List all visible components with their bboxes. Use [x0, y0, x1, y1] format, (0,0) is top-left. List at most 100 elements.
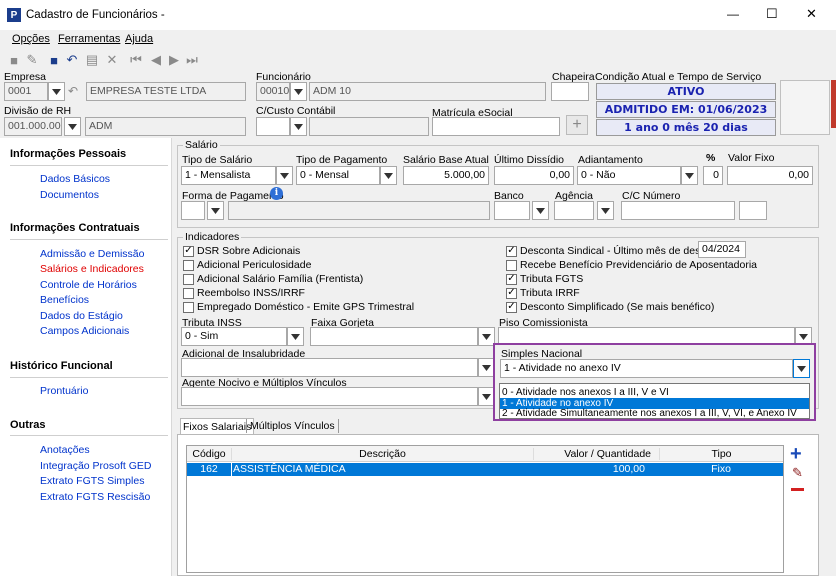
chk-aposentadoria[interactable]: Recebe Benefício Previdenciário de Apose…: [506, 259, 757, 271]
delete-icon[interactable]: ✕: [104, 52, 120, 68]
chk-sindical[interactable]: ✓ Desconta Sindical - Último mês de desco…: [506, 245, 726, 257]
custo-dropdown[interactable]: [290, 117, 307, 136]
adiantamento-select[interactable]: 0 - Não: [577, 166, 681, 185]
maximize-button[interactable]: ☐: [766, 6, 778, 22]
banco-dropdown[interactable]: [532, 201, 549, 220]
chk-tributa-irrf[interactable]: ✓ Tributa IRRF: [506, 287, 580, 299]
chapeira-input[interactable]: [551, 82, 589, 101]
last-icon[interactable]: ⏭: [184, 52, 200, 68]
prev-icon[interactable]: ◀: [148, 52, 164, 68]
simples-nacional-select[interactable]: 1 - Atividade no anexo IV: [500, 359, 793, 378]
valor-fixo-input[interactable]: 0,00: [727, 166, 813, 185]
adiantamento-dropdown[interactable]: [681, 166, 698, 185]
sidebar-item-fgts-rescisao[interactable]: Extrato FGTS Rescisão: [40, 491, 150, 503]
chk-tributa-fgts[interactable]: ✓ Tributa FGTS: [506, 273, 583, 285]
edit-icon[interactable]: ✎: [24, 52, 40, 68]
simples-option-0[interactable]: 0 - Atividade nos anexos I a III, V e VI: [502, 387, 669, 398]
agencia-input[interactable]: [554, 201, 594, 220]
cc-digit-input[interactable]: [739, 201, 767, 220]
sidebar-item-ged[interactable]: Integração Prosoft GED: [40, 460, 151, 472]
menu-ferramentas[interactable]: Ferramentas: [58, 33, 120, 45]
chk-desconto-simplificado[interactable]: ✓ Desconto Simplificado (Se mais benéfico…: [506, 301, 714, 313]
checkbox[interactable]: [183, 287, 194, 299]
sidebar-item-estagio[interactable]: Dados do Estágio: [40, 310, 123, 322]
sidebar-item-fgts-simples[interactable]: Extrato FGTS Simples: [40, 475, 144, 487]
forma-pagamento-select[interactable]: [181, 201, 205, 220]
edit-pencil-icon[interactable]: ✎: [792, 465, 803, 481]
first-icon[interactable]: ⏮: [128, 52, 144, 68]
sidebar-item-salarios[interactable]: Salários e Indicadores: [40, 263, 144, 275]
divisao-code-input[interactable]: 001.000.000: [4, 117, 62, 136]
chk-reembolso[interactable]: Reembolso INSS/IRRF: [183, 287, 305, 299]
checkbox[interactable]: [506, 259, 517, 271]
chk-periculosidade[interactable]: Adicional Periculosidade: [183, 259, 311, 271]
sidebar-item-dados-basicos[interactable]: Dados Básicos: [40, 173, 110, 185]
forma-pagamento-dropdown[interactable]: [207, 201, 224, 220]
checkbox[interactable]: [183, 301, 194, 313]
divisao-dropdown[interactable]: [64, 117, 81, 136]
checkbox[interactable]: ✓: [506, 287, 517, 299]
chk-dsr[interactable]: ✓ DSR Sobre Adicionais: [183, 245, 300, 257]
percentual-input[interactable]: 0: [703, 166, 723, 185]
add-icon[interactable]: +: [790, 444, 802, 464]
sidebar-item-campos[interactable]: Campos Adicionais: [40, 325, 129, 337]
remove-icon[interactable]: [791, 488, 804, 491]
undo-empresa-icon[interactable]: ↶: [68, 84, 78, 98]
salario-base-input[interactable]: 5.000,00: [403, 166, 489, 185]
matricula-input[interactable]: [432, 117, 560, 136]
banco-input[interactable]: [494, 201, 530, 220]
print-icon[interactable]: ▤: [84, 52, 100, 68]
menu-ajuda[interactable]: Ajuda: [125, 33, 153, 45]
dissidio-input[interactable]: 0,00: [494, 166, 574, 185]
tributa-inss-select[interactable]: 0 - Sim: [181, 327, 287, 346]
empresa-dropdown[interactable]: [48, 82, 65, 101]
chk-salario-familia[interactable]: Adicional Salário Família (Frentista): [183, 273, 363, 285]
undo-icon[interactable]: ↶: [64, 52, 80, 68]
next-icon[interactable]: ▶: [166, 52, 182, 68]
tab-fixos-salariais[interactable]: Fixos Salariais: [180, 418, 255, 434]
table-row[interactable]: 162 ASSISTÊNCIA MÉDICA 100,00 Fixo: [187, 463, 783, 476]
agente-nocivo-select[interactable]: [181, 387, 478, 406]
new-icon[interactable]: ■: [6, 52, 22, 68]
checkbox[interactable]: ✓: [506, 301, 517, 313]
checkbox[interactable]: ✓: [506, 245, 517, 257]
agencia-dropdown[interactable]: [597, 201, 614, 220]
chk-domestico[interactable]: Empregado Doméstico - Emite GPS Trimestr…: [183, 301, 414, 313]
sindical-date-input[interactable]: 04/2024: [698, 241, 746, 258]
checkbox[interactable]: ✓: [183, 245, 194, 257]
funcionario-dropdown[interactable]: [290, 82, 307, 101]
add-matricula-button[interactable]: +: [566, 115, 588, 135]
sidebar-item-documentos[interactable]: Documentos: [40, 189, 99, 201]
custo-input[interactable]: [256, 117, 290, 136]
checkbox[interactable]: ✓: [506, 273, 517, 285]
tipo-salario-select[interactable]: 1 - Mensalista: [181, 166, 276, 185]
close-button[interactable]: ✕: [806, 6, 817, 22]
cc-input[interactable]: [621, 201, 735, 220]
col-codigo[interactable]: Código: [187, 448, 231, 460]
sidebar-item-beneficios[interactable]: Benefícios: [40, 294, 89, 306]
tributa-inss-dropdown[interactable]: [287, 327, 304, 346]
sidebar-item-admissao[interactable]: Admissão e Demissão: [40, 248, 144, 260]
faixa-gorjeta-select[interactable]: [310, 327, 478, 346]
tipo-pagamento-dropdown[interactable]: [380, 166, 397, 185]
sidebar-item-prontuario[interactable]: Prontuário: [40, 385, 88, 397]
tipo-pagamento-select[interactable]: 0 - Mensal: [296, 166, 380, 185]
sidebar-item-anotacoes[interactable]: Anotações: [40, 444, 90, 456]
save-icon[interactable]: ■: [46, 52, 62, 68]
checkbox[interactable]: [183, 259, 194, 271]
checkbox[interactable]: [183, 273, 194, 285]
col-valor[interactable]: Valor / Quantidade: [533, 448, 659, 460]
tab-multiplos-vinculos[interactable]: Múltiplos Vínculos: [246, 419, 339, 433]
funcionario-code-input[interactable]: 00010: [256, 82, 290, 101]
menu-opcoes[interactable]: Opções: [12, 33, 50, 45]
info-icon[interactable]: i: [270, 187, 283, 200]
col-tipo[interactable]: Tipo: [659, 448, 783, 460]
insalubridade-select[interactable]: [181, 358, 478, 377]
sidebar-item-horarios[interactable]: Controle de Horários: [40, 279, 137, 291]
simples-nacional-dropdown[interactable]: [793, 359, 810, 378]
tipo-salario-dropdown[interactable]: [276, 166, 293, 185]
minimize-button[interactable]: —: [727, 7, 739, 21]
simples-option-2[interactable]: 2 - Atividade Simultaneamente nos anexos…: [502, 408, 797, 419]
empresa-code-input[interactable]: 0001: [4, 82, 48, 101]
col-descricao[interactable]: Descrição: [231, 448, 533, 460]
